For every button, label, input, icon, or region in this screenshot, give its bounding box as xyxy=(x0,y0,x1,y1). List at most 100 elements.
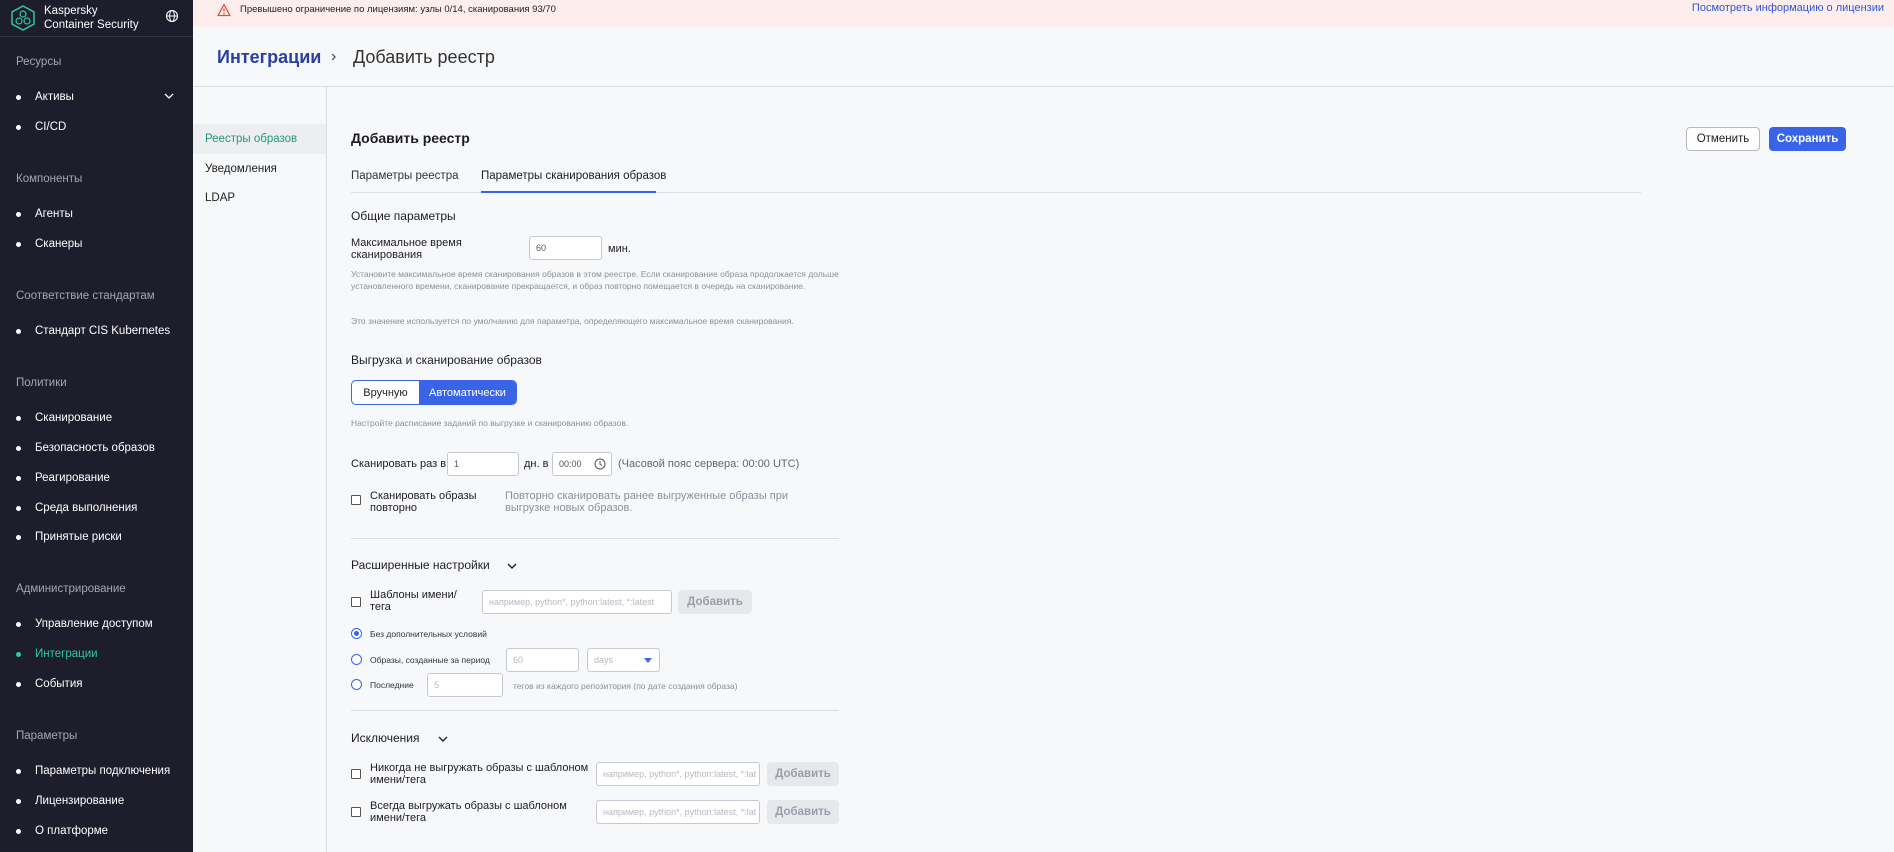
warning-icon xyxy=(217,3,231,17)
section-general-title: Общие параметры xyxy=(351,209,456,223)
always-pull-checkbox[interactable] xyxy=(351,807,361,817)
sidebar-item-about[interactable]: О платформе xyxy=(16,821,183,841)
sidebar-header: Kaspersky Container Security xyxy=(0,0,193,37)
sidebar-item-integrations[interactable]: Интеграции xyxy=(16,644,183,664)
never-pull-add-button[interactable]: Добавить xyxy=(767,762,839,786)
sidebar-item-label: Активы xyxy=(35,91,74,103)
never-pull-input[interactable]: например, python*, python:latest, *:lat xyxy=(596,762,760,786)
rescan-checkbox[interactable] xyxy=(351,495,361,505)
pull-mode-manual[interactable]: Вручную xyxy=(352,381,419,404)
sidebar-item-label: Агенты xyxy=(35,208,73,220)
bullet-icon xyxy=(16,534,21,540)
sidebar-section-policies: Политики xyxy=(16,377,67,389)
period-input[interactable]: 60 xyxy=(506,648,579,672)
always-pull-add-button[interactable]: Добавить xyxy=(767,800,839,824)
sidebar: Kaspersky Container Security Ресурсы Акт… xyxy=(0,0,193,852)
option-none-radio[interactable] xyxy=(351,628,362,639)
section-exclusions-title[interactable]: Исключения xyxy=(351,731,420,745)
bullet-icon xyxy=(16,328,21,334)
brand-name: Kaspersky Container Security xyxy=(44,4,139,32)
breadcrumb-separator: › xyxy=(331,48,337,65)
clock-icon[interactable] xyxy=(594,458,606,470)
sidebar-item-label: Сканирование xyxy=(35,412,113,424)
name-tag-add-button[interactable]: Добавить xyxy=(678,590,752,614)
sidebar-item-scanning[interactable]: Сканирование xyxy=(16,408,183,428)
main-content: Добавить реестр Отменить Сохранить Парам… xyxy=(327,87,1894,852)
section-advanced-title[interactable]: Расширенные настройки xyxy=(351,558,490,572)
name-tag-checkbox[interactable] xyxy=(351,597,361,607)
period-unit-select[interactable]: days xyxy=(587,648,660,672)
sidebar-section-resources: Ресурсы xyxy=(16,56,62,68)
subnav-item-ldap[interactable]: LDAP xyxy=(193,183,326,213)
rescan-hint: Повторно сканировать ранее выгруженные о… xyxy=(505,490,789,514)
page-header: Интеграции › Добавить реестр xyxy=(193,27,1894,87)
sidebar-item-cis[interactable]: Стандарт CIS Kubernetes xyxy=(16,321,183,341)
name-tag-label: Шаблоны имени/тега xyxy=(370,589,457,613)
chevron-down-icon[interactable] xyxy=(163,90,175,102)
chevron-down-icon[interactable] xyxy=(438,734,448,744)
sidebar-section-compliance: Соответствие стандартам xyxy=(16,290,155,302)
breadcrumb-integrations-link[interactable]: Интеграции xyxy=(217,47,321,68)
days-at-label: дн. в xyxy=(524,458,549,470)
chevron-down-icon[interactable] xyxy=(507,561,517,571)
option-period-radio[interactable] xyxy=(351,654,362,665)
sidebar-item-assets[interactable]: Активы xyxy=(16,87,183,107)
divider xyxy=(351,710,839,711)
max-time-label: Максимальное время сканирования xyxy=(351,237,462,261)
sidebar-item-label: Параметры подключения xyxy=(35,765,171,777)
sidebar-item-licensing[interactable]: Лицензирование xyxy=(16,791,183,811)
sidebar-item-runtime[interactable]: Среда выполнения xyxy=(16,498,183,518)
pull-mode-auto[interactable]: Автоматически xyxy=(419,381,516,404)
time-value: 00:00 xyxy=(559,459,582,469)
sidebar-item-label: События xyxy=(35,678,83,690)
sidebar-section-settings: Параметры xyxy=(16,730,78,742)
time-input[interactable]: 00:00 xyxy=(552,452,612,476)
rescan-label: Сканировать образы повторно xyxy=(370,490,477,514)
globe-icon[interactable] xyxy=(165,9,179,23)
never-pull-label: Никогда не выгружать образы с шаблоном и… xyxy=(370,762,589,786)
tab-registry-params[interactable]: Параметры реестра xyxy=(351,170,459,182)
name-tag-input[interactable]: например, python*, python:latest, *:late… xyxy=(482,590,672,614)
always-pull-label: Всегда выгружать образы с шаблоном имени… xyxy=(370,800,567,824)
tab-scan-params[interactable]: Параметры сканирования образов xyxy=(481,170,666,182)
license-info-link[interactable]: Посмотреть информацию о лицензии xyxy=(1692,2,1884,14)
sidebar-item-label: Безопасность образов xyxy=(35,442,155,454)
sidebar-item-accepted-risks[interactable]: Принятые риски xyxy=(16,527,183,547)
sidebar-item-label: Интеграции xyxy=(35,648,98,660)
banner-text: Превышено ограничение по лицензиям: узлы… xyxy=(240,4,556,15)
max-time-default-hint: Это значение используется по умолчанию д… xyxy=(351,316,794,326)
never-pull-checkbox[interactable] xyxy=(351,769,361,779)
option-last-radio[interactable] xyxy=(351,679,362,690)
subnav-item-registries[interactable]: Реестры образов xyxy=(193,124,326,154)
scan-every-label: Сканировать раз в xyxy=(351,458,447,470)
last-suffix: тегов из каждого репозитория (по дате со… xyxy=(513,681,738,691)
brand-line-1: Kaspersky xyxy=(44,5,98,17)
bullet-icon xyxy=(16,828,21,834)
sidebar-item-label: Сканеры xyxy=(35,238,83,250)
bullet-icon xyxy=(16,94,21,100)
always-pull-input[interactable]: например, python*, python:latest, *:lat xyxy=(596,800,760,824)
sidebar-item-response[interactable]: Реагирование xyxy=(16,468,183,488)
sidebar-item-label: Принятые риски xyxy=(35,531,122,543)
sidebar-section-admin: Администрирование xyxy=(16,583,126,595)
page-title: Добавить реестр xyxy=(353,47,495,67)
sidebar-item-image-security[interactable]: Безопасность образов xyxy=(16,438,183,458)
subnav-item-notifications[interactable]: Уведомления xyxy=(193,154,326,184)
sidebar-item-events[interactable]: События xyxy=(16,674,183,694)
sidebar-item-cicd[interactable]: CI/CD xyxy=(16,117,183,137)
sidebar-item-access[interactable]: Управление доступом xyxy=(16,614,183,634)
sidebar-item-scanners[interactable]: Сканеры xyxy=(16,234,183,254)
scan-every-input[interactable]: 1 xyxy=(447,452,519,476)
cancel-button[interactable]: Отменить xyxy=(1686,127,1760,151)
brand-line-2: Container Security xyxy=(44,19,139,31)
sidebar-item-label: Реагирование xyxy=(35,472,110,484)
bullet-icon xyxy=(16,445,21,451)
max-time-input[interactable]: 60 xyxy=(529,236,602,260)
last-count-input[interactable]: 5 xyxy=(427,673,503,697)
active-tab-indicator xyxy=(481,191,656,193)
sidebar-item-label: Лицензирование xyxy=(35,795,125,807)
sidebar-item-connection[interactable]: Параметры подключения xyxy=(16,761,183,781)
sidebar-item-agents[interactable]: Агенты xyxy=(16,204,183,224)
save-button[interactable]: Сохранить xyxy=(1769,127,1846,151)
bullet-icon xyxy=(16,475,21,481)
